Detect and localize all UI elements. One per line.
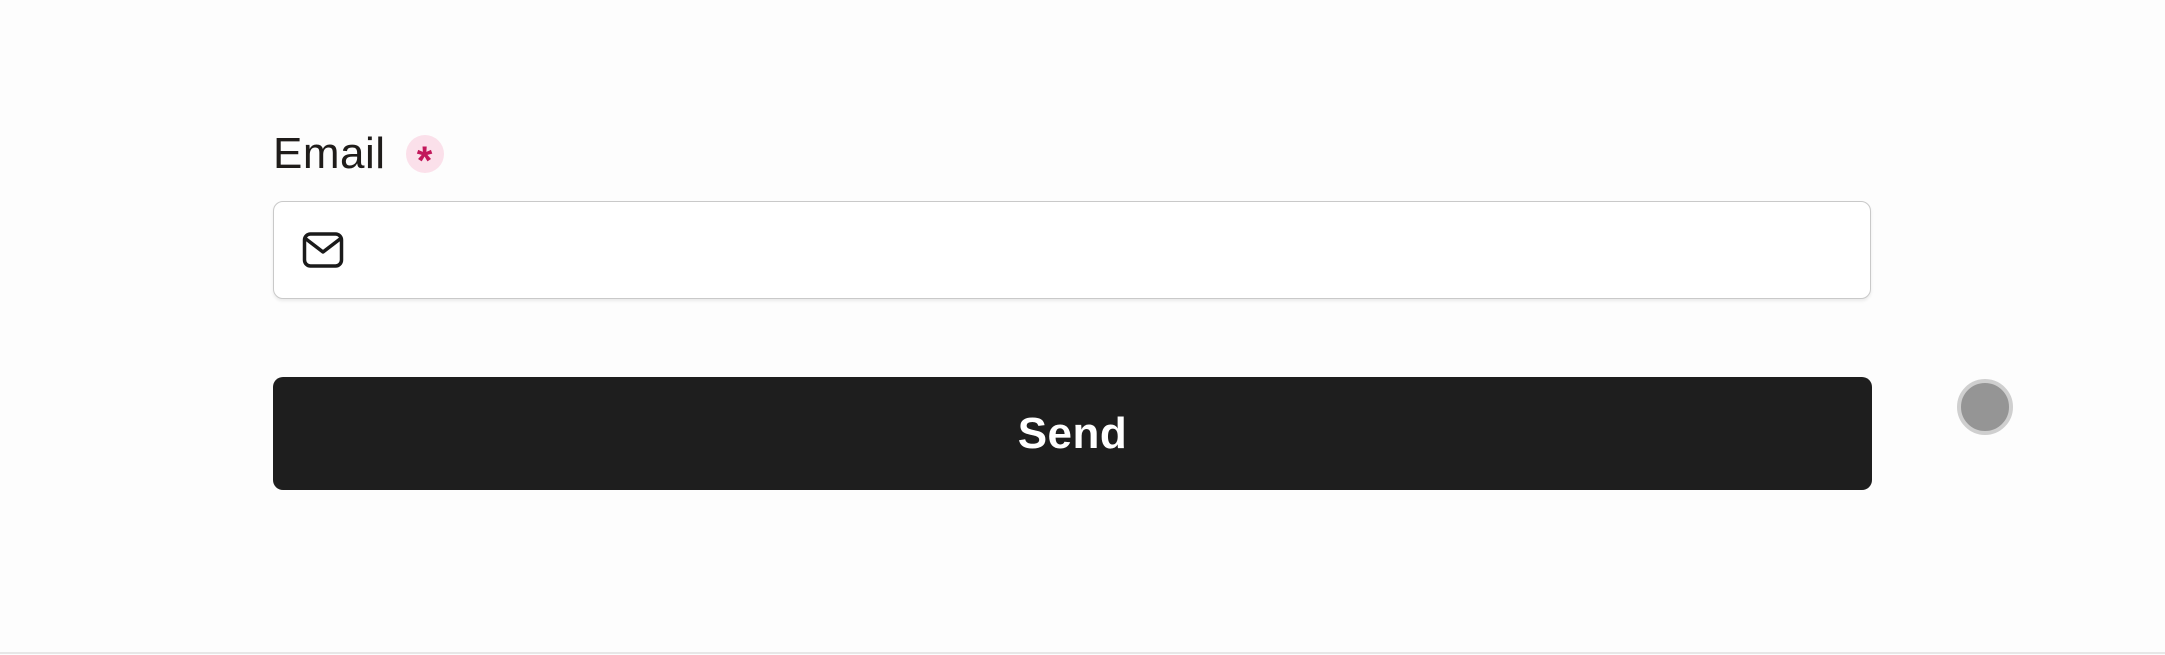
email-label-row: Email * — [273, 126, 1873, 182]
send-button[interactable]: Send — [273, 377, 1872, 490]
floating-dot[interactable] — [1957, 379, 2013, 435]
mail-icon — [302, 230, 346, 270]
required-indicator: * — [405, 135, 444, 181]
email-form: Email * Send — [273, 126, 1873, 490]
required-asterisk: * — [416, 139, 433, 183]
email-input-wrapper[interactable] — [273, 201, 1871, 299]
email-label: Email — [273, 129, 386, 178]
email-field[interactable] — [366, 201, 1870, 299]
bottom-divider — [0, 652, 2165, 654]
